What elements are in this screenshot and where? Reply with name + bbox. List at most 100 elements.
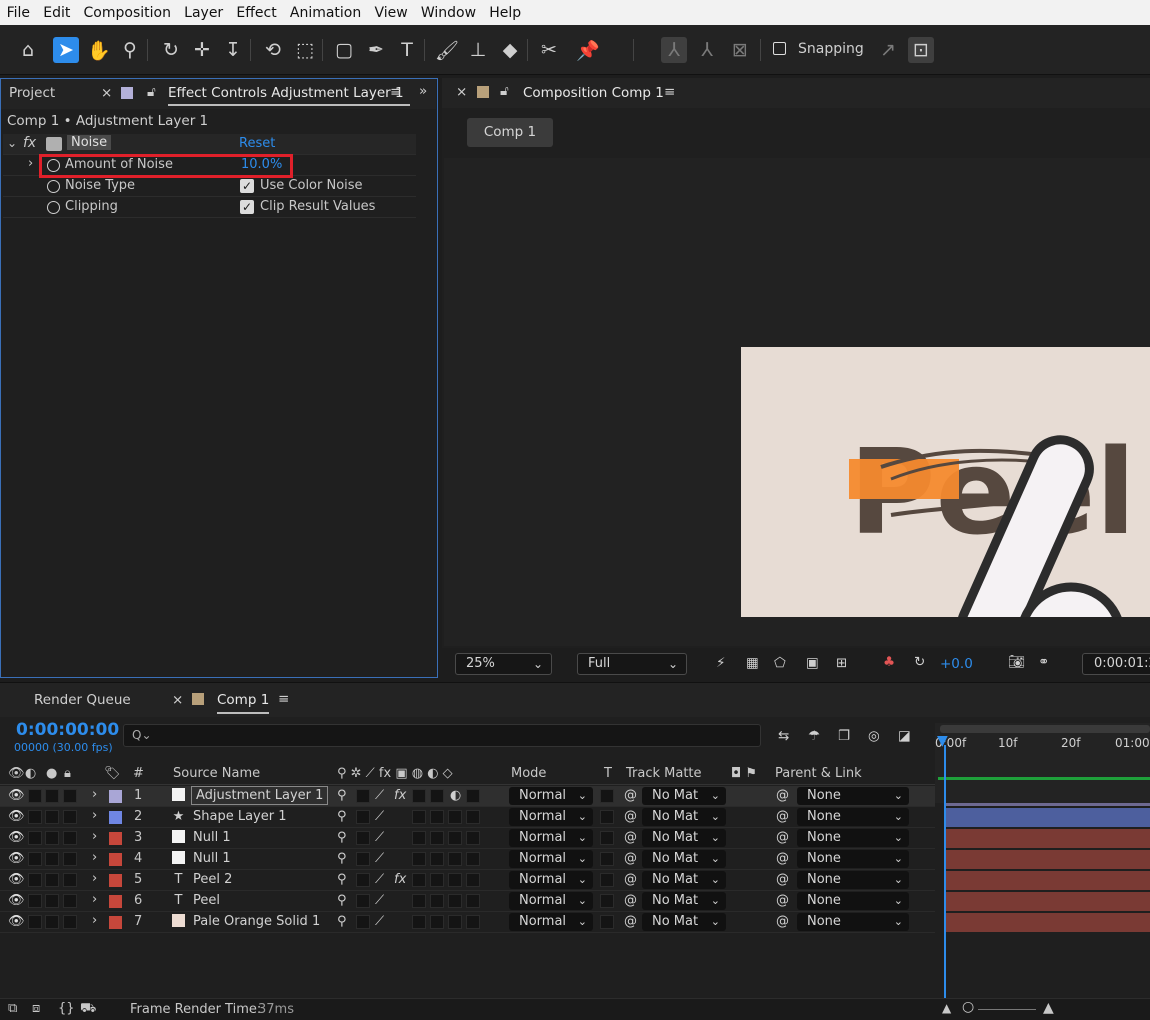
label-color-swatch[interactable] [109, 874, 122, 887]
blend-mode-dropdown[interactable]: Normal ⌄ [509, 808, 593, 826]
audio-toggle[interactable] [28, 831, 42, 845]
current-time-display[interactable]: 0:00:01:2 [1082, 653, 1150, 675]
grid-guides-icon[interactable]: ⊞ [836, 655, 847, 671]
close-icon[interactable]: × [101, 85, 112, 101]
3d-layer-switch[interactable] [466, 852, 480, 866]
close-icon[interactable]: × [456, 84, 467, 100]
fast-previews-icon[interactable]: ⚡︎ [716, 655, 725, 671]
layer-switches-toggle-icon[interactable]: ⧉ [8, 1001, 17, 1016]
frame-blend-switch[interactable] [412, 873, 426, 887]
matte-link-icon[interactable]: @ [624, 914, 637, 929]
solo-toggle[interactable] [45, 810, 59, 824]
motion-blur-switch[interactable] [430, 810, 444, 824]
collapse-switch[interactable] [356, 852, 370, 866]
matte-link-icon[interactable]: @ [624, 893, 637, 908]
exposure-value[interactable]: +0.0 [940, 656, 973, 672]
collapse-switch[interactable] [356, 789, 370, 803]
lock-icon[interactable]: 🔓︎ [500, 83, 509, 99]
eye-icon[interactable]: 👁︎ [8, 830, 25, 845]
zoom-tool-icon[interactable]: ⚲ [117, 37, 143, 63]
solo-toggle[interactable] [45, 894, 59, 908]
selection-tool-icon[interactable]: ➤ [53, 37, 79, 63]
lock-toggle[interactable] [63, 894, 77, 908]
adjustment-layer-switch-icon[interactable]: ◐ [450, 788, 461, 803]
shy-switch-icon[interactable]: ⚲ [337, 851, 347, 866]
layer-row[interactable]: 👁︎ › 1 Adjustment Layer 1 ⚲ ⟋ fx ◐ Normal ⌄ @ No Ma… [0, 786, 935, 807]
motion-blur-switch[interactable] [430, 831, 444, 845]
brush-tool-icon[interactable]: 🖌 [434, 37, 460, 63]
layer-duration-bar[interactable] [945, 913, 1150, 932]
parent-dropdown[interactable]: None ⌄ [797, 913, 909, 931]
parent-dropdown[interactable]: None ⌄ [797, 871, 909, 889]
clone-stamp-tool-icon[interactable]: ⊥ [465, 37, 491, 63]
quality-switch-icon[interactable]: ⟋ [375, 872, 384, 887]
matte-link-icon[interactable]: @ [624, 788, 637, 803]
track-matte-dropdown[interactable]: No Mat ⌄ [642, 808, 726, 826]
lock-toggle[interactable] [63, 873, 77, 887]
preserve-transparency-toggle[interactable] [600, 810, 614, 824]
menu-animation[interactable]: Animation [283, 5, 368, 21]
blend-mode-dropdown[interactable]: Normal ⌄ [509, 787, 593, 805]
hand-tool-icon[interactable]: ✋ [86, 37, 112, 63]
preserve-transparency-toggle[interactable] [600, 894, 614, 908]
quality-switch-icon[interactable]: ⟋ [375, 893, 384, 908]
world-axis-icon[interactable]: ⅄ [694, 37, 720, 63]
snap-options-icon[interactable]: ↗ [875, 37, 901, 63]
audio-switch-icon[interactable]: ◐ [25, 766, 36, 781]
shy-switch-icon[interactable]: ⚲ [337, 830, 347, 845]
chevron-right-icon[interactable]: › [92, 892, 97, 907]
layer-name[interactable]: Pale Orange Solid 1 [193, 914, 320, 929]
track-matte-header[interactable]: Track Matte [626, 766, 702, 781]
matte-link-icon[interactable]: @ [624, 830, 637, 845]
stopwatch-icon[interactable] [47, 180, 60, 193]
rotation-tool-icon[interactable]: ⟲ [260, 37, 286, 63]
chevron-right-icon[interactable]: › [92, 808, 97, 823]
clip-result-values-checkbox[interactable]: ✓ [240, 200, 254, 214]
track-matte-dropdown[interactable]: No Mat ⌄ [642, 892, 726, 910]
eye-icon[interactable]: 👁︎ [8, 914, 25, 929]
draft-3d-icon[interactable]: ☂ [808, 728, 820, 744]
playhead-line[interactable] [944, 745, 946, 999]
label-color-swatch[interactable] [109, 811, 122, 824]
lock-toggle[interactable] [63, 852, 77, 866]
view-axis-icon[interactable]: ⊠ [727, 37, 753, 63]
label-color-swatch[interactable] [109, 853, 122, 866]
zoom-slider-track[interactable] [978, 1009, 1036, 1010]
layer-duration-bar[interactable] [945, 850, 1150, 869]
layer-duration-bar[interactable] [945, 871, 1150, 890]
rectangle-tool-icon[interactable]: ▢ [331, 37, 357, 63]
chevron-right-icon[interactable]: › [92, 850, 97, 865]
collapse-switch[interactable] [356, 873, 370, 887]
pick-whip-icon[interactable]: @ [776, 809, 789, 824]
collapse-switch[interactable] [356, 894, 370, 908]
audio-toggle[interactable] [28, 894, 42, 908]
transfer-controls-toggle-icon[interactable]: ⧈ [32, 1001, 40, 1016]
zoom-in-icon[interactable]: ▲ [1043, 1000, 1054, 1016]
menu-edit[interactable]: Edit [37, 5, 77, 21]
roto-brush-tool-icon[interactable]: ✂ [536, 37, 562, 63]
blend-mode-dropdown[interactable]: Normal ⌄ [509, 829, 593, 847]
lock-toggle[interactable] [63, 789, 77, 803]
region-of-interest-icon[interactable]: ▣ [806, 655, 819, 671]
layer-row[interactable]: 👁︎ › 6 T Peel ⚲ ⟋ Normal ⌄ @ No Mat ⌄ @ None ⌄ [0, 891, 935, 912]
blend-mode-dropdown[interactable]: Normal ⌄ [509, 871, 593, 889]
eraser-tool-icon[interactable]: ◆ [497, 37, 523, 63]
frame-blending-icon[interactable]: ◎ [868, 728, 880, 744]
track-matte-dropdown[interactable]: No Mat ⌄ [642, 787, 726, 805]
track-matte-dropdown[interactable]: No Mat ⌄ [642, 913, 726, 931]
layer-row[interactable]: 👁︎›2★Shape Layer 1⚲✲⟋Normal⌄@No Mat⌄@Non… [0, 807, 935, 828]
local-axis-icon[interactable]: ⅄ [661, 37, 687, 63]
puppet-pin-tool-icon[interactable]: 📌 [575, 37, 601, 63]
preserve-transparency-toggle[interactable] [600, 915, 614, 929]
zoom-slider-knob[interactable]: ○ [962, 999, 974, 1015]
3d-layer-switch[interactable] [466, 789, 480, 803]
zoom-dropdown[interactable]: 25% ⌄ [455, 653, 552, 675]
audio-toggle[interactable] [28, 852, 42, 866]
reset-link[interactable]: Reset [239, 136, 275, 151]
preserve-transparency-toggle[interactable] [600, 789, 614, 803]
lock-toggle[interactable] [63, 831, 77, 845]
blend-mode-dropdown[interactable]: Normal ⌄ [509, 850, 593, 868]
pan-camera-icon[interactable]: ✛ [189, 37, 215, 63]
stopwatch-icon[interactable] [47, 201, 60, 214]
frame-blend-switch[interactable] [412, 852, 426, 866]
